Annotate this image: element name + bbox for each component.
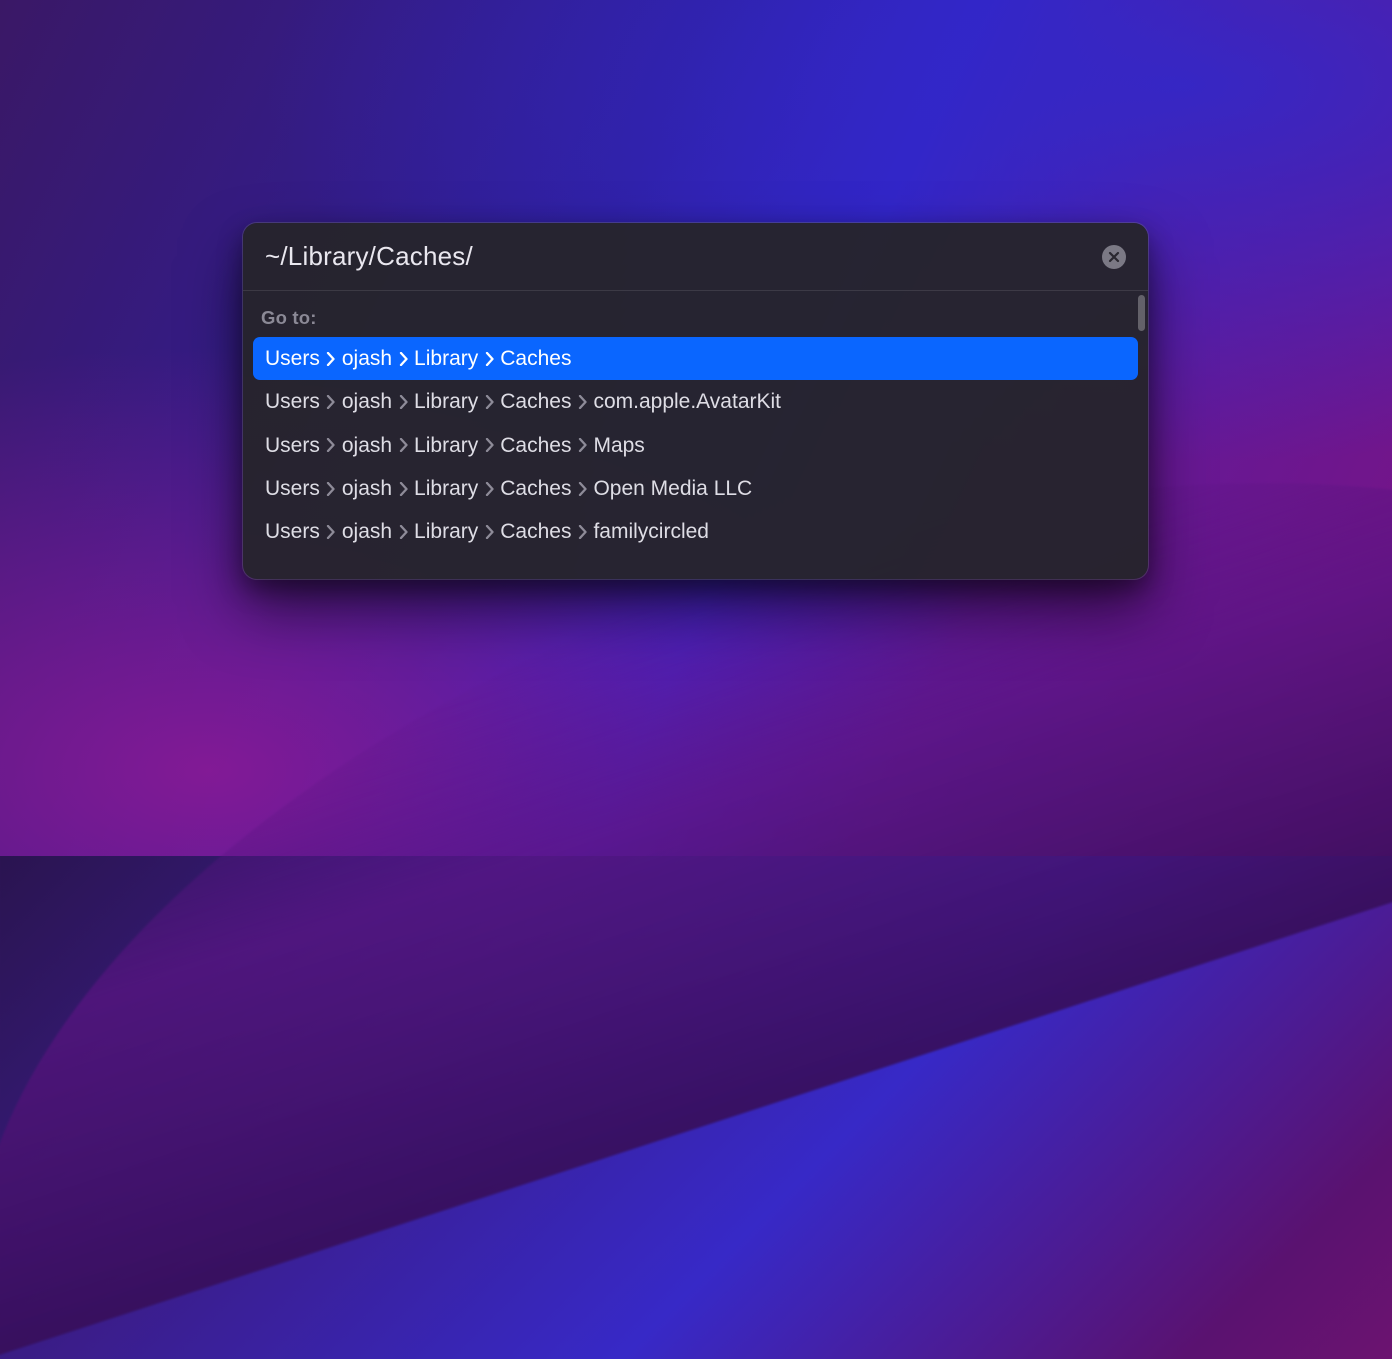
chevron-right-icon [320,348,342,370]
chevron-right-icon [392,434,414,456]
path-segment: Library [414,432,478,459]
result-row[interactable]: Users ojash Library Caches [253,337,1138,380]
result-row[interactable]: Users ojash Library Caches Open Media LLC [253,467,1138,510]
path-segment: Caches [500,518,571,545]
path-segment: ojash [342,475,392,502]
chevron-right-icon [571,521,593,543]
path-segment: Users [265,345,320,372]
result-row[interactable]: Users ojash Library Caches Maps [253,424,1138,467]
results-panel: Go to: Users ojash Library Caches Users ojash… [243,291,1148,579]
path-segment: Caches [500,345,571,372]
path-segment: Users [265,475,320,502]
path-segment: com.apple.AvatarKit [593,388,781,415]
chevron-right-icon [392,348,414,370]
path-segment: ojash [342,432,392,459]
result-row[interactable]: Users ojash Library Caches familycircled [253,510,1138,553]
path-segment: Users [265,518,320,545]
chevron-right-icon [320,521,342,543]
path-segment: Library [414,518,478,545]
chevron-right-icon [320,478,342,500]
scrollbar-thumb[interactable] [1138,295,1145,331]
path-segment: Library [414,345,478,372]
path-input[interactable] [265,241,1090,272]
path-segment: Users [265,432,320,459]
clear-button[interactable] [1102,245,1126,269]
chevron-right-icon [571,434,593,456]
path-segment: familycircled [593,518,709,545]
path-segment: Library [414,388,478,415]
chevron-right-icon [478,348,500,370]
section-label: Go to: [253,303,1138,337]
chevron-right-icon [392,478,414,500]
go-to-folder-window: Go to: Users ojash Library Caches Users ojash… [243,223,1148,579]
chevron-right-icon [320,391,342,413]
path-segment: ojash [342,518,392,545]
chevron-right-icon [478,434,500,456]
chevron-right-icon [478,391,500,413]
results-list: Users ojash Library Caches Users ojash Library… [253,337,1138,553]
path-segment: Library [414,475,478,502]
chevron-right-icon [392,391,414,413]
path-segment: Maps [593,432,644,459]
chevron-right-icon [392,521,414,543]
path-segment: Caches [500,388,571,415]
path-segment: Caches [500,432,571,459]
close-icon [1108,251,1120,263]
chevron-right-icon [571,391,593,413]
chevron-right-icon [571,478,593,500]
chevron-right-icon [478,478,500,500]
path-segment: Caches [500,475,571,502]
search-row [243,223,1148,290]
path-segment: Users [265,388,320,415]
chevron-right-icon [478,521,500,543]
chevron-right-icon [320,434,342,456]
path-segment: ojash [342,345,392,372]
path-segment: Open Media LLC [593,475,752,502]
result-row[interactable]: Users ojash Library Caches com.apple.AvatarK… [253,380,1138,423]
path-segment: ojash [342,388,392,415]
